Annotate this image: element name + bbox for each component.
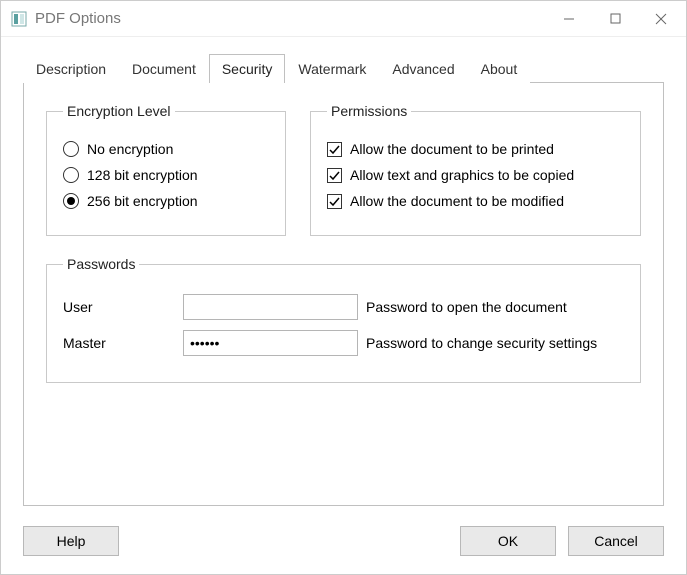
close-button[interactable] bbox=[638, 4, 684, 34]
minimize-button[interactable] bbox=[546, 4, 592, 34]
radio-icon bbox=[63, 193, 79, 209]
encryption-group: Encryption Level No encryption 128 bit e… bbox=[46, 103, 286, 236]
checkbox-label: Allow text and graphics to be copied bbox=[350, 167, 574, 183]
user-password-input[interactable] bbox=[183, 294, 358, 320]
radio-128bit[interactable]: 128 bit encryption bbox=[63, 167, 269, 183]
tab-advanced[interactable]: Advanced bbox=[379, 54, 467, 83]
button-label: Cancel bbox=[594, 533, 638, 549]
radio-no-encryption[interactable]: No encryption bbox=[63, 141, 269, 157]
passwords-legend: Passwords bbox=[63, 256, 139, 272]
ok-button[interactable]: OK bbox=[460, 526, 556, 556]
user-password-label: User bbox=[63, 299, 183, 315]
tab-security[interactable]: Security bbox=[209, 54, 286, 83]
tab-panel-security: Encryption Level No encryption 128 bit e… bbox=[23, 82, 664, 506]
tab-label: Security bbox=[222, 61, 273, 77]
tab-label: Watermark bbox=[298, 61, 366, 77]
radio-icon bbox=[63, 141, 79, 157]
master-password-label: Master bbox=[63, 335, 183, 351]
cancel-button[interactable]: Cancel bbox=[568, 526, 664, 556]
permissions-legend: Permissions bbox=[327, 103, 411, 119]
window-buttons bbox=[546, 4, 684, 34]
app-icon bbox=[11, 11, 27, 27]
pdf-options-dialog: PDF Options Description Document Securit… bbox=[0, 0, 687, 575]
tab-strip: Description Document Security Watermark … bbox=[23, 53, 664, 82]
checkbox-allow-print[interactable]: Allow the document to be printed bbox=[327, 141, 624, 157]
tab-document[interactable]: Document bbox=[119, 54, 209, 83]
radio-icon bbox=[63, 167, 79, 183]
checkbox-label: Allow the document to be printed bbox=[350, 141, 554, 157]
checkbox-allow-modify[interactable]: Allow the document to be modified bbox=[327, 193, 624, 209]
tab-watermark[interactable]: Watermark bbox=[285, 54, 379, 83]
window-title: PDF Options bbox=[35, 10, 546, 27]
tab-description[interactable]: Description bbox=[23, 54, 119, 83]
titlebar: PDF Options bbox=[1, 1, 686, 37]
button-label: OK bbox=[498, 533, 518, 549]
checkbox-allow-copy[interactable]: Allow text and graphics to be copied bbox=[327, 167, 624, 183]
master-password-input[interactable] bbox=[183, 330, 358, 356]
tab-label: Description bbox=[36, 61, 106, 77]
help-button[interactable]: Help bbox=[23, 526, 119, 556]
encryption-legend: Encryption Level bbox=[63, 103, 175, 119]
dialog-footer: Help OK Cancel bbox=[1, 516, 686, 574]
checkbox-icon bbox=[327, 142, 342, 157]
content-area: Description Document Security Watermark … bbox=[1, 37, 686, 516]
radio-256bit[interactable]: 256 bit encryption bbox=[63, 193, 269, 209]
maximize-button[interactable] bbox=[592, 4, 638, 34]
radio-label: 256 bit encryption bbox=[87, 193, 198, 209]
radio-label: 128 bit encryption bbox=[87, 167, 198, 183]
user-password-hint: Password to open the document bbox=[366, 299, 567, 315]
checkbox-icon bbox=[327, 194, 342, 209]
button-label: Help bbox=[57, 533, 86, 549]
tab-label: Document bbox=[132, 61, 196, 77]
master-password-hint: Password to change security settings bbox=[366, 335, 597, 351]
passwords-group: Passwords User Password to open the docu… bbox=[46, 256, 641, 383]
tab-label: About bbox=[481, 61, 518, 77]
permissions-group: Permissions Allow the document to be pri… bbox=[310, 103, 641, 236]
radio-label: No encryption bbox=[87, 141, 173, 157]
tab-about[interactable]: About bbox=[468, 54, 531, 83]
checkbox-icon bbox=[327, 168, 342, 183]
checkbox-label: Allow the document to be modified bbox=[350, 193, 564, 209]
tab-label: Advanced bbox=[392, 61, 454, 77]
